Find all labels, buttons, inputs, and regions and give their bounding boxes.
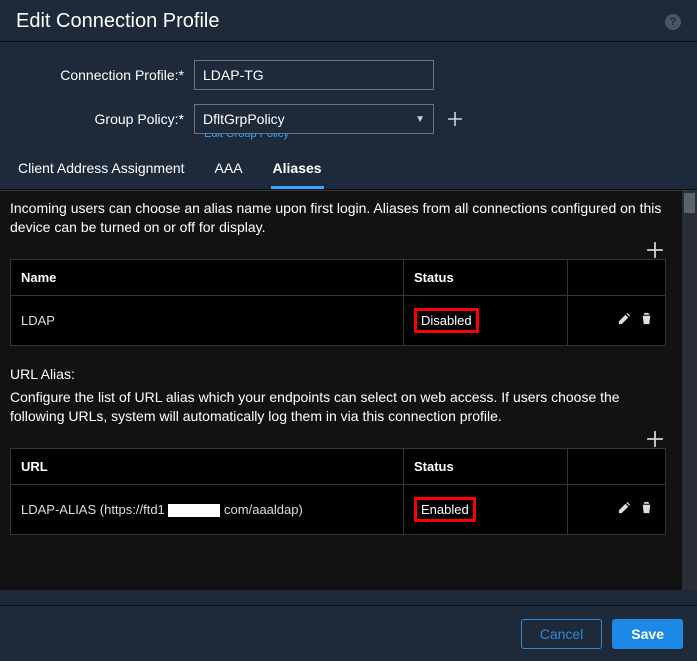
delete-icon[interactable] [639,500,655,516]
status-badge: Disabled [414,308,479,333]
url-alias-table: URL Status LDAP-ALIAS (https://ftd1 com/… [10,448,666,535]
scroll-thumb[interactable] [684,193,695,213]
edit-connection-profile-dialog: Edit Connection Profile ? Connection Pro… [0,0,697,661]
col-actions [567,448,665,484]
footer: Cancel Save [0,605,697,661]
url-alias-description: Configure the list of URL alias which yo… [10,388,666,426]
add-alias-button[interactable] [646,241,664,259]
url-actions-cell [567,484,665,534]
titlebar: Edit Connection Profile ? [0,0,697,42]
aliases-description: Incoming users can choose an alias name … [10,199,666,237]
edit-icon[interactable] [617,311,633,327]
tab-aliases[interactable]: Aliases [271,152,324,189]
save-button[interactable]: Save [612,619,683,649]
alias-actions-cell [567,295,665,345]
table-header-row: URL Status [11,448,666,484]
group-policy-label: Group Policy:* [16,111,194,127]
tabs: Client Address Assignment AAA Aliases [0,152,697,190]
connection-profile-input[interactable] [194,60,434,90]
url-alias-heading: URL Alias: [10,366,666,382]
col-name: Name [11,259,404,295]
fields-area: Connection Profile:* Group Policy:* Dflt… [0,42,697,152]
connection-profile-row: Connection Profile:* [16,60,681,90]
add-group-policy-button[interactable] [446,110,464,128]
status-badge: Enabled [414,497,476,522]
col-actions [567,259,665,295]
col-status: Status [404,448,568,484]
page-title: Edit Connection Profile [16,10,219,33]
url-suffix: com/aaaldap) [224,502,303,517]
alias-status-cell: Disabled [404,295,568,345]
col-url: URL [11,448,404,484]
redacted-text [168,504,220,517]
connection-profile-label: Connection Profile:* [16,67,194,83]
tab-content: Incoming users can choose an alias name … [0,190,697,590]
tab-aaa[interactable]: AAA [213,152,245,189]
table-row: LDAP Disabled [11,295,666,345]
alias-name-cell: LDAP [11,295,404,345]
aliases-table: Name Status LDAP Disabled [10,259,666,346]
url-status-cell: Enabled [404,484,568,534]
add-url-alias-button[interactable] [646,430,664,448]
col-status: Status [404,259,568,295]
help-icon[interactable]: ? [665,14,681,30]
url-cell: LDAP-ALIAS (https://ftd1 com/aaaldap) [11,484,404,534]
url-prefix: LDAP-ALIAS (https://ftd1 [21,502,165,517]
table-row: LDAP-ALIAS (https://ftd1 com/aaaldap) En… [11,484,666,534]
tab-client-address-assignment[interactable]: Client Address Assignment [16,152,187,189]
cancel-button[interactable]: Cancel [521,619,603,649]
group-policy-select[interactable]: DfltGrpPolicy ▼ [194,104,434,134]
chevron-down-icon: ▼ [415,114,425,125]
table-header-row: Name Status [11,259,666,295]
delete-icon[interactable] [639,311,655,327]
edit-icon[interactable] [617,500,633,516]
scrollbar[interactable] [682,191,697,590]
group-policy-value: DfltGrpPolicy [203,111,285,127]
